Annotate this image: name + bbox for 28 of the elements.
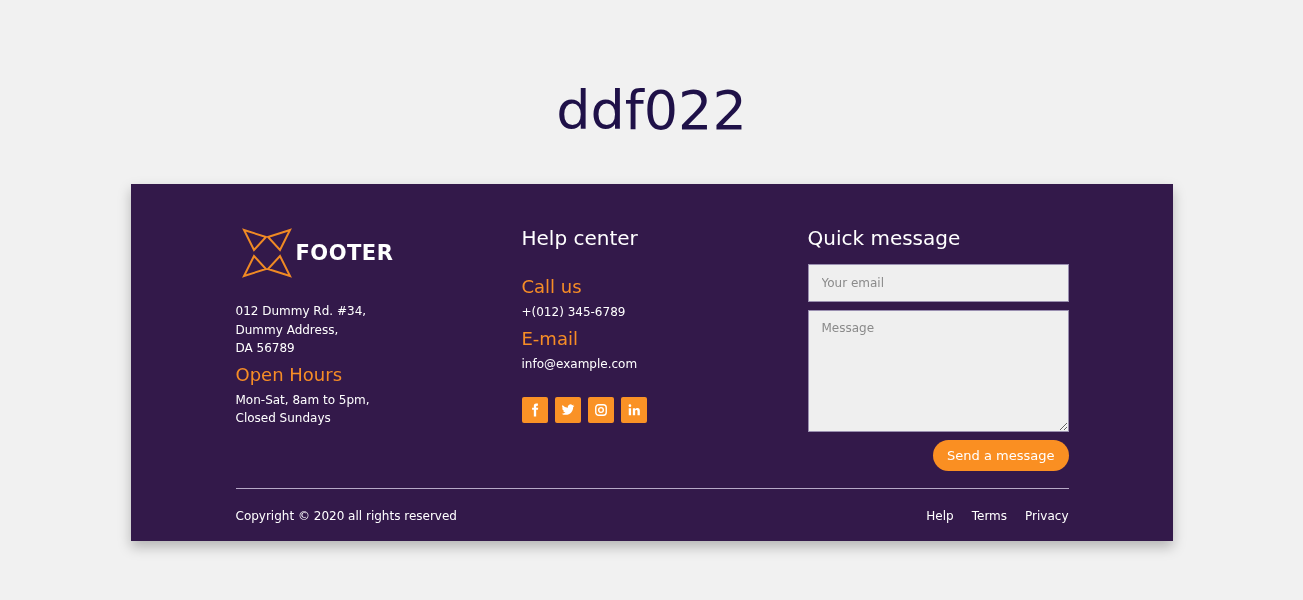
contact-value: info@example.com [521,355,638,373]
footer-link[interactable]: Help [926,509,954,523]
column-heading: Quick message [807,228,961,248]
email-field[interactable]: Your email [807,264,1069,302]
contact-heading: E-mail [521,327,578,349]
contact-value: +(012) 345-6789 [521,304,626,321]
social-button[interactable] [521,397,548,423]
message-field[interactable]: Message [807,310,1069,432]
social-button[interactable] [554,397,581,423]
logo-icon [241,228,292,278]
address-line: 012 Dummy Rd. #34, [235,303,367,320]
logo-text: FOOTER [295,241,394,265]
social-button[interactable] [587,397,614,423]
footer-link[interactable]: Privacy [1025,509,1069,523]
twitter-icon [560,403,575,417]
social-button[interactable] [620,397,647,423]
page-title: ddf022 [556,78,747,144]
address-line: DA 56789 [235,340,295,357]
linkedin-icon [626,403,641,417]
hours-line: Mon-Sat, 8am to 5pm, [235,391,370,409]
footer-link[interactable]: Terms [971,509,1008,523]
contact-heading: Call us [521,276,582,297]
column-heading: Help center [521,228,638,248]
hours-heading: Open Hours [235,363,343,385]
hours-line: Closed Sundays [235,410,331,427]
instagram-icon [593,403,608,417]
address-line: Dummy Address, [235,321,339,339]
copyright-text: Copyright © 2020 all rights reserved [235,509,457,523]
